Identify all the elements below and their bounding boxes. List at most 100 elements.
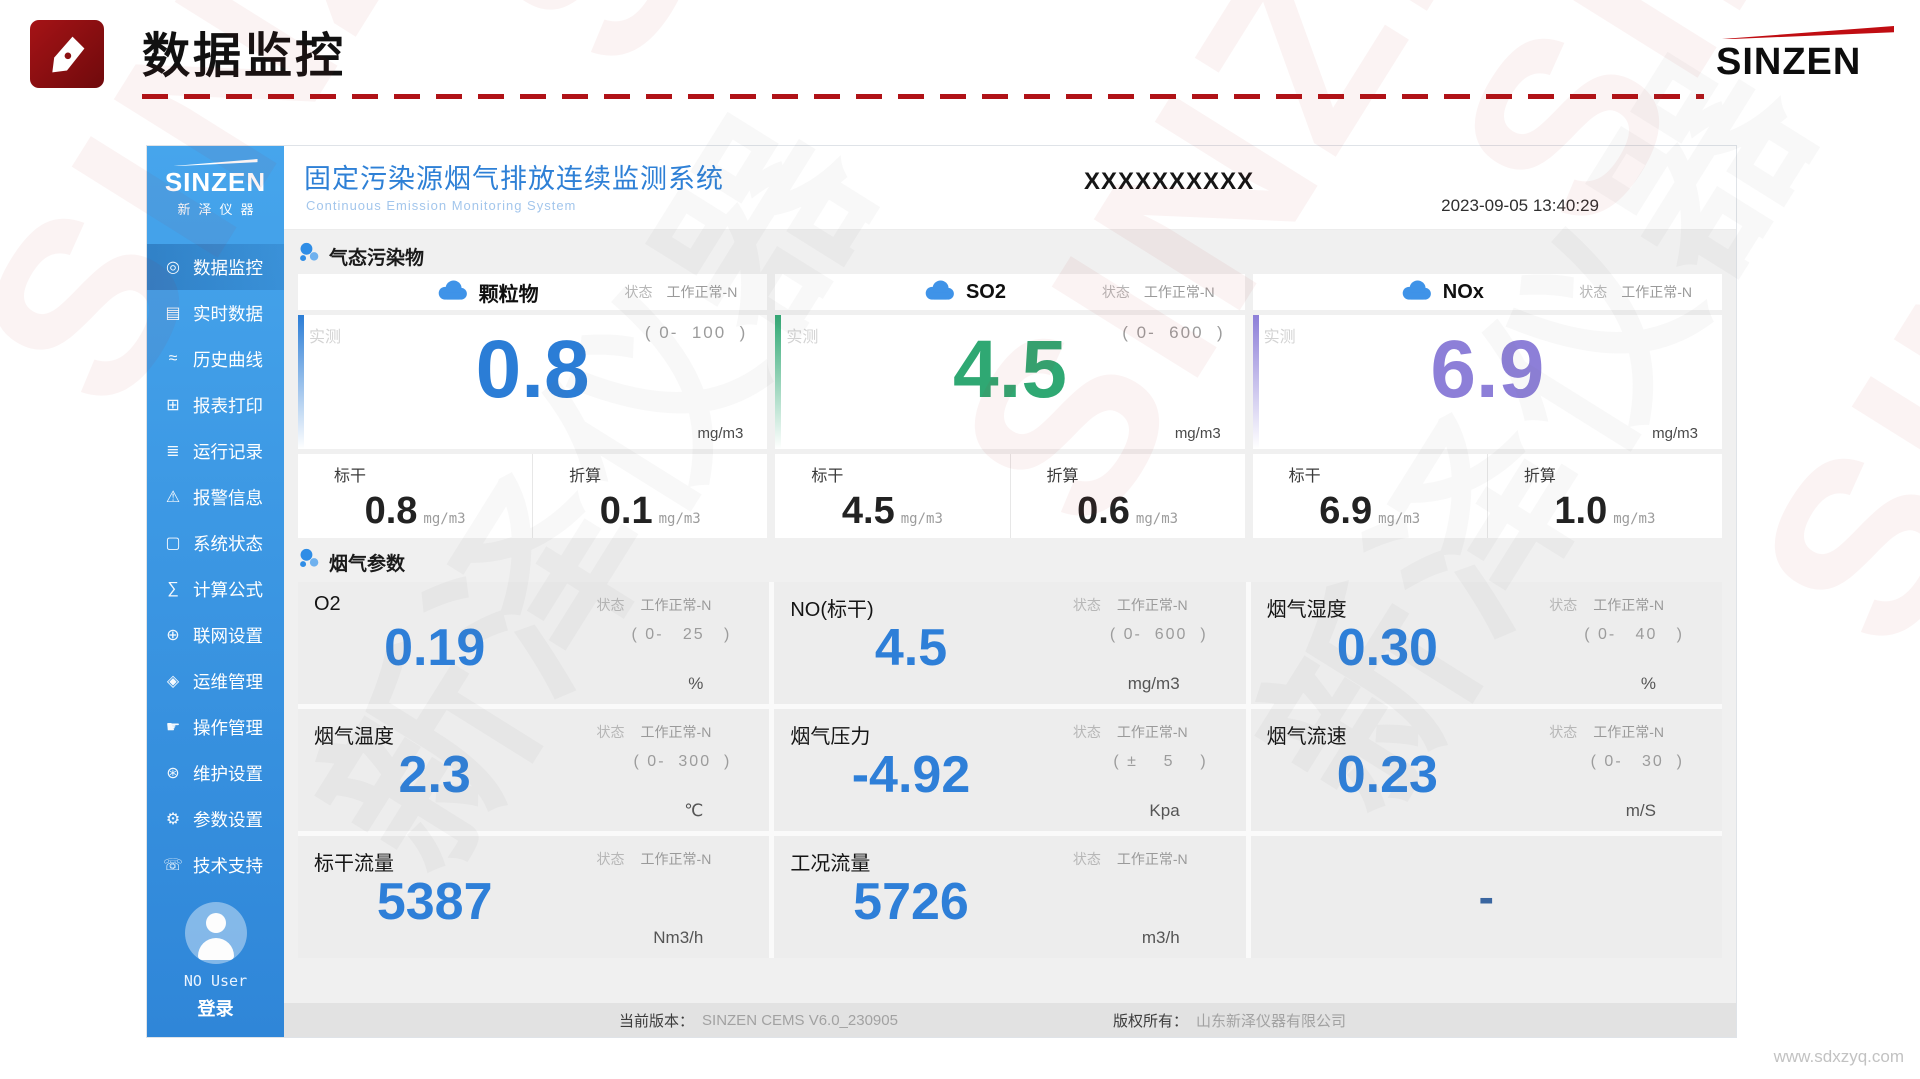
data-monitor-icon: ◎ (162, 257, 184, 277)
sidebar-item-label: 系统状态 (193, 531, 263, 556)
pollutant-name: SO2 (966, 281, 1006, 304)
sidebar-item-label: 参数设置 (193, 807, 263, 832)
status-label: 状态 (1073, 595, 1101, 615)
param-cell-no-std: NO(标干)状态工作正常-N( 0- 600 )4.5mg/m3 (774, 582, 1245, 704)
std-label: 标干 (1289, 462, 1321, 486)
status-label: 状态 (1073, 722, 1101, 742)
param-value: 0.23 (1251, 745, 1524, 805)
flue-section-title: 烟气参数 (329, 549, 405, 576)
version-label: 当前版本： (619, 1010, 694, 1031)
sidebar-item-operation-management[interactable]: ☛操作管理 (147, 704, 284, 750)
status-label: 状态 (597, 849, 625, 869)
sidebar-item-parameter-settings[interactable]: ⚙参数设置 (147, 796, 284, 842)
system-status-icon: ▢ (162, 533, 184, 553)
sidebar-item-network-settings[interactable]: ⊕联网设置 (147, 612, 284, 658)
param-unit: Nm3/h (653, 928, 703, 948)
cems-app-window: SINZEN 新泽仪器 ◎数据监控▤实时数据≈历史曲线⊞报表打印≣运行记录⚠报警… (146, 145, 1737, 1038)
pen-icon (30, 20, 104, 88)
param-cell-pressure: 烟气压力状态工作正常-N( ± 5 )-4.92Kpa (774, 709, 1245, 831)
status-value: 工作正常-N (1117, 722, 1188, 742)
sidebar-item-alarm-info[interactable]: ⚠ 报警信息 (147, 474, 284, 520)
sidebar-item-maintenance-settings[interactable]: ⊛维护设置 (147, 750, 284, 796)
conv-label: 折算 (1047, 462, 1079, 486)
sidebar-item-run-log[interactable]: ≣运行记录 (147, 428, 284, 474)
realtime-data-icon: ▤ (162, 303, 184, 323)
status-group: 状态工作正常-N (597, 595, 712, 615)
website-url: www.sdxzyq.com (1774, 1047, 1904, 1067)
param-unit: mg/m3 (1128, 674, 1180, 694)
app-header: 固定污染源烟气排放连续监测系统 Continuous Emission Moni… (284, 146, 1736, 230)
sidebar-item-history-curve[interactable]: ≈历史曲线 (147, 336, 284, 382)
status-value: 工作正常-N (1593, 595, 1664, 615)
sidebar-item-tech-support[interactable]: ☏技术支持 (147, 842, 284, 888)
user-avatar (185, 902, 247, 964)
measured-unit: mg/m3 (1175, 425, 1221, 442)
status-label: 状态 (1579, 282, 1607, 302)
status-label: 状态 (1549, 722, 1577, 742)
std-value: 4.5mg/m3 (775, 490, 1009, 533)
sidebar-logo-text: SINZEN (147, 169, 284, 196)
measured-value: 6.9 (1253, 323, 1722, 417)
param-value: 4.5 (774, 618, 1047, 678)
status-group: 状态工作正常-N (625, 274, 738, 310)
conv-value-panel: 折算1.0mg/m3 (1487, 454, 1722, 538)
sidebar-item-calc-formula[interactable]: ∑计算公式 (147, 566, 284, 612)
std-value-panel: 标干6.9mg/m3 (1253, 454, 1487, 538)
station-name: XXXXXXXXXX (1084, 168, 1254, 196)
measured-unit: mg/m3 (697, 425, 743, 442)
dots-icon (298, 548, 320, 576)
run-log-icon: ≣ (162, 441, 184, 461)
param-value: 2.3 (298, 745, 571, 805)
sinzen-logo: SINZEN (1716, 26, 1894, 84)
status-value: 工作正常-N (1144, 282, 1215, 302)
param-cell-velocity: 烟气流速状态工作正常-N( 0- 30 )0.23m/S (1251, 709, 1722, 831)
param-value: -4.92 (774, 745, 1047, 805)
sidebar-item-ops-management[interactable]: ◈ 运维管理 (147, 658, 284, 704)
card-header-nox: NOx状态工作正常-N (1253, 274, 1722, 310)
std-unit: mg/m3 (901, 511, 943, 527)
conv-value-panel: 折算0.6mg/m3 (1010, 454, 1245, 538)
version-info: 当前版本： SINZEN CEMS V6.0_230905 (619, 1010, 898, 1031)
status-label: 状态 (1073, 849, 1101, 869)
param-value: 5387 (298, 872, 571, 932)
sidebar-item-label: 操作管理 (193, 715, 263, 740)
cloud-icon (1399, 278, 1433, 307)
status-label: 状态 (1549, 595, 1577, 615)
measured-panel-nox: 实测6.9mg/m3 (1253, 315, 1722, 449)
param-unit: ℃ (684, 801, 703, 821)
sidebar-item-label: 技术支持 (193, 853, 263, 878)
conv-value: 1.0mg/m3 (1488, 490, 1722, 533)
system-title: 固定污染源烟气排放连续监测系统 (304, 157, 724, 196)
status-label: 状态 (625, 282, 653, 302)
sidebar-item-label: 报警信息 (193, 485, 263, 510)
pollutant-name: 颗粒物 (479, 278, 539, 307)
sidebar-item-label: 计算公式 (193, 577, 263, 602)
main-panel: 固定污染源烟气排放连续监测系统 Continuous Emission Moni… (284, 146, 1736, 1037)
derived-values-row: 标干0.8mg/m3折算0.1mg/m3 (298, 454, 767, 538)
sidebar-item-report-print[interactable]: ⊞报表打印 (147, 382, 284, 428)
sidebar-item-system-status[interactable]: ▢ 系统状态 (147, 520, 284, 566)
page-title: 数据监控 (142, 16, 346, 86)
user-panel: NO User 登录 (147, 902, 284, 1037)
sidebar-item-label: 运维管理 (193, 669, 263, 694)
range-label: ( 0- 30 ) (1591, 753, 1684, 771)
param-cell-temperature: 烟气温度状态工作正常-N( 0- 300 )2.3℃ (298, 709, 769, 831)
pollutant-cards-row: 颗粒物状态工作正常-N实测( 0- 100 )0.8mg/m3标干0.8mg/m… (298, 274, 1722, 538)
std-value: 0.8mg/m3 (298, 490, 532, 533)
app-footer: 当前版本： SINZEN CEMS V6.0_230905 版权所有： 山东新泽… (284, 1003, 1736, 1037)
pollutant-card-nox: NOx状态工作正常-N 实测6.9mg/m3标干6.9mg/m3折算1.0mg/m… (1253, 274, 1722, 538)
login-button[interactable]: 登录 (147, 995, 284, 1021)
status-group: 状态工作正常-N (1549, 595, 1664, 615)
conv-unit: mg/m3 (1136, 511, 1178, 527)
status-group: 状态工作正常-N (1102, 274, 1215, 310)
user-name: NO User (147, 972, 284, 990)
history-curve-icon: ≈ (162, 350, 184, 368)
status-group: 状态工作正常-N (597, 849, 712, 869)
cloud-icon (922, 278, 956, 307)
dashed-divider (142, 94, 1704, 99)
ops-management-icon: ◈ (162, 671, 184, 691)
alarm-info-icon: ⚠ (162, 487, 184, 507)
param-unit: m3/h (1142, 928, 1180, 948)
sidebar-item-label: 联网设置 (193, 623, 263, 648)
param-unit: Kpa (1149, 801, 1179, 821)
